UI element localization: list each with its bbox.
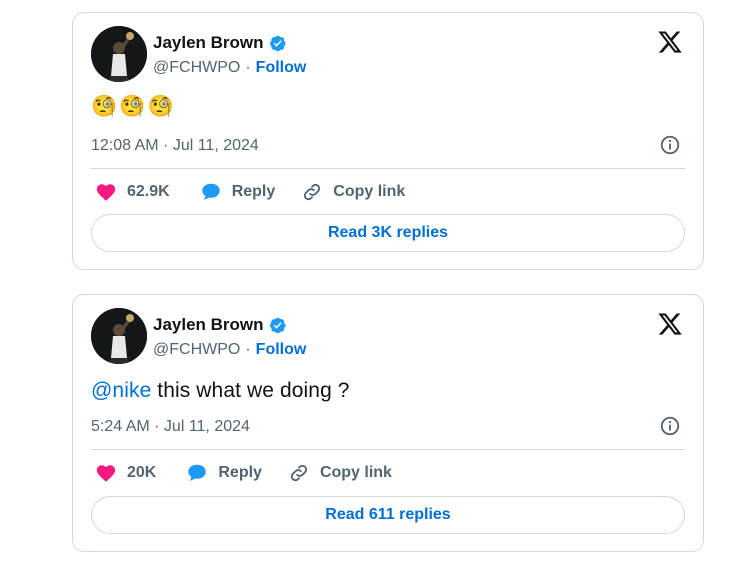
copy-link-label: Copy link <box>333 183 406 200</box>
tweet-text: this what we doing ? <box>151 379 350 402</box>
tweet-body: @nike this what we doing ? <box>91 379 350 403</box>
info-icon[interactable] <box>659 134 681 156</box>
like-count: 62.9K <box>127 183 170 200</box>
copy-link-button[interactable]: Copy link <box>288 462 392 484</box>
link-icon <box>290 464 308 482</box>
timestamp[interactable]: 12:08 AM · Jul 11, 2024 <box>91 137 259 155</box>
avatar[interactable] <box>91 308 147 364</box>
emoji: 🧐 <box>147 95 174 118</box>
follow-button[interactable]: Follow <box>256 341 307 359</box>
action-bar: 20K Reply Copy link <box>95 462 392 484</box>
copy-link-label: Copy link <box>319 464 392 481</box>
tweet-card: Jaylen Brown @FCHWPO · Follow 🧐 🧐 🧐 12:0… <box>72 12 704 270</box>
x-logo-icon[interactable] <box>657 29 683 55</box>
x-logo-icon[interactable] <box>657 311 683 337</box>
avatar[interactable] <box>91 26 147 82</box>
heart-icon <box>96 184 116 201</box>
separator: · <box>245 59 251 76</box>
separator: · <box>245 341 251 358</box>
divider <box>91 449 685 450</box>
action-bar: 62.9K Reply Copy link <box>95 181 405 203</box>
author-name[interactable]: Jaylen Brown <box>153 315 264 335</box>
reply-bubble-icon <box>188 464 207 481</box>
author-handle[interactable]: @FCHWPO <box>153 59 240 77</box>
reply-button[interactable]: Reply <box>200 181 276 203</box>
author-handle[interactable]: @FCHWPO <box>153 341 240 359</box>
reply-label: Reply <box>231 183 276 200</box>
reply-label: Reply <box>218 464 262 481</box>
copy-link-button[interactable]: Copy link <box>301 181 405 203</box>
follow-button[interactable]: Follow <box>256 59 307 77</box>
heart-icon <box>96 465 116 482</box>
tweet-body: 🧐 🧐 🧐 <box>91 95 174 119</box>
like-button[interactable]: 62.9K <box>95 181 170 203</box>
emoji: 🧐 <box>119 95 146 118</box>
divider <box>91 168 685 169</box>
tweet-card: Jaylen Brown @FCHWPO · Follow @nike this… <box>72 294 704 552</box>
verified-badge-icon <box>268 34 287 53</box>
reply-bubble-icon <box>201 183 220 200</box>
like-button[interactable]: 20K <box>95 462 156 484</box>
read-replies-button[interactable]: Read 611 replies <box>91 496 685 534</box>
info-icon[interactable] <box>659 415 681 437</box>
mention-link[interactable]: @nike <box>91 379 151 402</box>
emoji: 🧐 <box>91 95 118 118</box>
verified-badge-icon <box>268 316 287 335</box>
timestamp[interactable]: 5:24 AM · Jul 11, 2024 <box>91 418 250 436</box>
like-count: 20K <box>127 464 157 481</box>
reply-button[interactable]: Reply <box>186 462 262 484</box>
author-name[interactable]: Jaylen Brown <box>153 33 264 53</box>
read-replies-button[interactable]: Read 3K replies <box>91 214 685 252</box>
link-icon <box>304 183 321 201</box>
